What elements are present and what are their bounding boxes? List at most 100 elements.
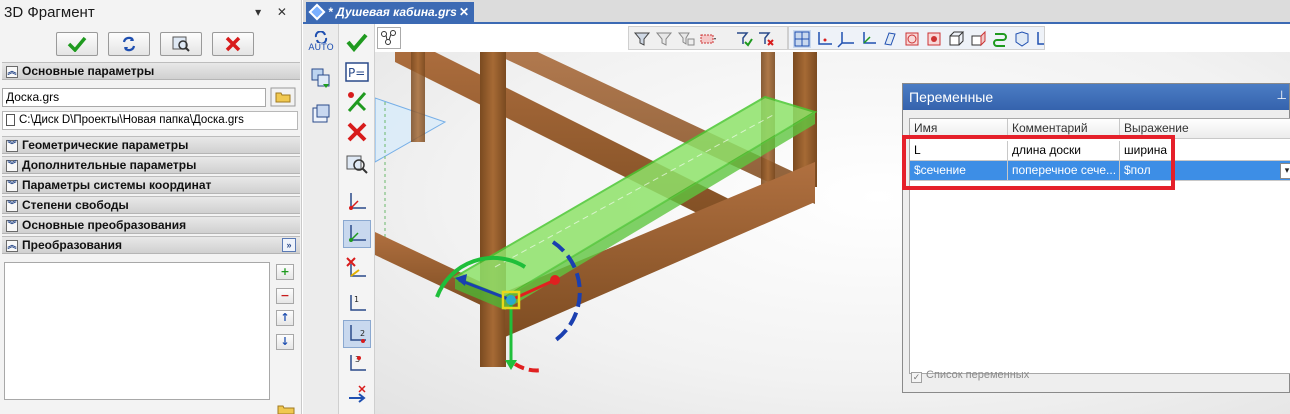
view-button[interactable] [307, 100, 335, 128]
filter-icon[interactable] [633, 30, 651, 48]
branch-icon [347, 92, 367, 112]
box-icon[interactable] [947, 30, 965, 48]
section-degrees-of-freedom-label: Степени свободы [22, 198, 129, 212]
expand-icon[interactable]: » [282, 238, 296, 252]
section-basic-transforms[interactable]: ︾ Основные преобразования [2, 216, 300, 234]
section-coordinate-params[interactable]: ︾ Параметры системы координат [2, 176, 300, 194]
filter-edge-icon[interactable] [677, 30, 695, 48]
clear-filter-icon[interactable] [757, 30, 775, 48]
document-tab[interactable]: * Душевая кабина.grs ✕ [306, 2, 474, 24]
chevron-down-icon: ︾ [6, 180, 18, 192]
delete-cs-button[interactable] [343, 254, 371, 282]
move-down-button[interactable]: ↓ [276, 334, 294, 350]
app-window: 3D Фрагмент ▾ ✕ ︽ Основные параметры Дос… [0, 0, 1290, 414]
auto-label: AUTO [308, 43, 334, 53]
tab-close-icon[interactable]: ✕ [459, 2, 469, 23]
folder-icon[interactable] [276, 402, 296, 414]
filter-box-icon[interactable] [699, 30, 717, 48]
section-main-params-label: Основные параметры [22, 64, 155, 78]
axis-point-icon: 1 [350, 295, 366, 311]
sphere-icon[interactable] [925, 30, 943, 48]
select-filter-icon[interactable] [735, 30, 753, 48]
refresh-icon [122, 36, 136, 52]
grid-snap-icon[interactable] [793, 30, 811, 48]
transform-button[interactable] [343, 382, 371, 410]
variables-dialog-title[interactable]: Переменные [903, 84, 1289, 110]
preview-button[interactable] [160, 32, 202, 56]
section-additional-params[interactable]: ︾ Дополнительные параметры [2, 156, 300, 174]
ok-button[interactable] [56, 32, 98, 56]
branch-button[interactable] [343, 88, 371, 116]
chevron-up-icon: ︽ [6, 66, 18, 78]
refresh-button[interactable] [108, 32, 150, 56]
auto-button[interactable]: AUTO [307, 28, 335, 56]
transforms-list[interactable] [4, 262, 270, 400]
chevron-down-icon: ︾ [6, 200, 18, 212]
section-geometric-params[interactable]: ︾ Геометрические параметры [2, 136, 300, 154]
point-2-button[interactable]: 2 [343, 320, 371, 348]
cancel-button[interactable] [343, 118, 371, 146]
shell-icon[interactable] [1013, 30, 1031, 48]
remove-transform-button[interactable]: − [276, 288, 294, 304]
point-1-button[interactable]: 1 [343, 290, 371, 318]
edit-toolbar: P= 1 2 3 [339, 24, 375, 414]
svg-text:1: 1 [354, 295, 359, 304]
axis-x-handle[interactable] [550, 275, 560, 285]
filter-face-icon[interactable] [655, 30, 673, 48]
coordinate-system-1-button[interactable] [343, 188, 371, 216]
model-icon [308, 3, 326, 21]
cylinder-icon[interactable] [903, 30, 921, 48]
fragment-panel: 3D Фрагмент ▾ ✕ ︽ Основные параметры Дос… [0, 0, 302, 414]
apply-button[interactable] [343, 28, 371, 56]
panel-pin-close[interactable]: ▾ ✕ [255, 5, 293, 19]
section-transforms[interactable]: ︽ Преобразования » [2, 236, 300, 254]
link-icon[interactable] [991, 30, 1009, 48]
axis-snap-icon[interactable] [815, 30, 833, 48]
file-name-field[interactable]: Доска.grs [2, 88, 266, 107]
axis-dot-icon[interactable] [1035, 30, 1045, 48]
axis-origin-icon[interactable] [859, 30, 877, 48]
graph-icon [381, 30, 396, 45]
axis-delete-icon [346, 257, 366, 277]
folder-icon [270, 87, 296, 107]
move-up-button[interactable]: ↑ [276, 310, 294, 326]
post-back [411, 52, 425, 142]
axis-3d-icon[interactable] [837, 30, 855, 48]
variables-list-label: Список переменных [926, 369, 1030, 381]
chevron-down-icon: ︾ [6, 140, 18, 152]
section-degrees-of-freedom[interactable]: ︾ Степени свободы [2, 196, 300, 214]
panel-action-buttons [56, 32, 254, 56]
cube-icon [312, 104, 330, 123]
section-main-params[interactable]: ︽ Основные параметры [2, 62, 300, 80]
document-tab-bar: * Душевая кабина.grs ✕ [303, 0, 1290, 24]
rotation-arc-red[interactable] [513, 362, 544, 373]
variables-list-checkbox[interactable]: ✓ Список переменных [911, 369, 1029, 383]
coordinate-system-2-button[interactable] [343, 220, 371, 248]
add-transform-button[interactable]: + [276, 264, 294, 280]
chevron-down-icon: ︾ [6, 160, 18, 172]
browse-folder-button[interactable] [270, 87, 296, 107]
parameters-icon: P= [345, 62, 369, 82]
insert-icon [311, 68, 330, 88]
point-3-button[interactable]: 3 [343, 350, 371, 378]
variables-dialog: Переменные ⊥ Имя Комментарий Выражение L… [902, 83, 1290, 393]
document-tab-title: * Душевая кабина.grs [328, 5, 457, 19]
cancel-button[interactable] [212, 32, 254, 56]
operations-toolbar: AUTO [303, 24, 339, 414]
pin-icon[interactable]: ⊥ [1277, 88, 1287, 102]
plane-icon[interactable] [881, 30, 899, 48]
svg-text:P=: P= [348, 66, 365, 80]
preview-button[interactable] [343, 150, 371, 178]
origin-point[interactable] [506, 295, 516, 305]
graph-mode-button[interactable] [377, 27, 401, 49]
panel-title: 3D Фрагмент [4, 4, 95, 21]
selection-filter-toolbar [628, 26, 788, 50]
insert-fragment-button[interactable] [307, 64, 335, 92]
checkmark-icon [67, 36, 87, 52]
preview-icon [172, 36, 190, 52]
document-icon [6, 114, 15, 126]
face-icon[interactable] [969, 30, 987, 48]
parameters-button[interactable]: P= [343, 58, 371, 86]
preview-icon [346, 155, 368, 174]
chevron-down-icon[interactable]: ▾ [1280, 163, 1290, 179]
